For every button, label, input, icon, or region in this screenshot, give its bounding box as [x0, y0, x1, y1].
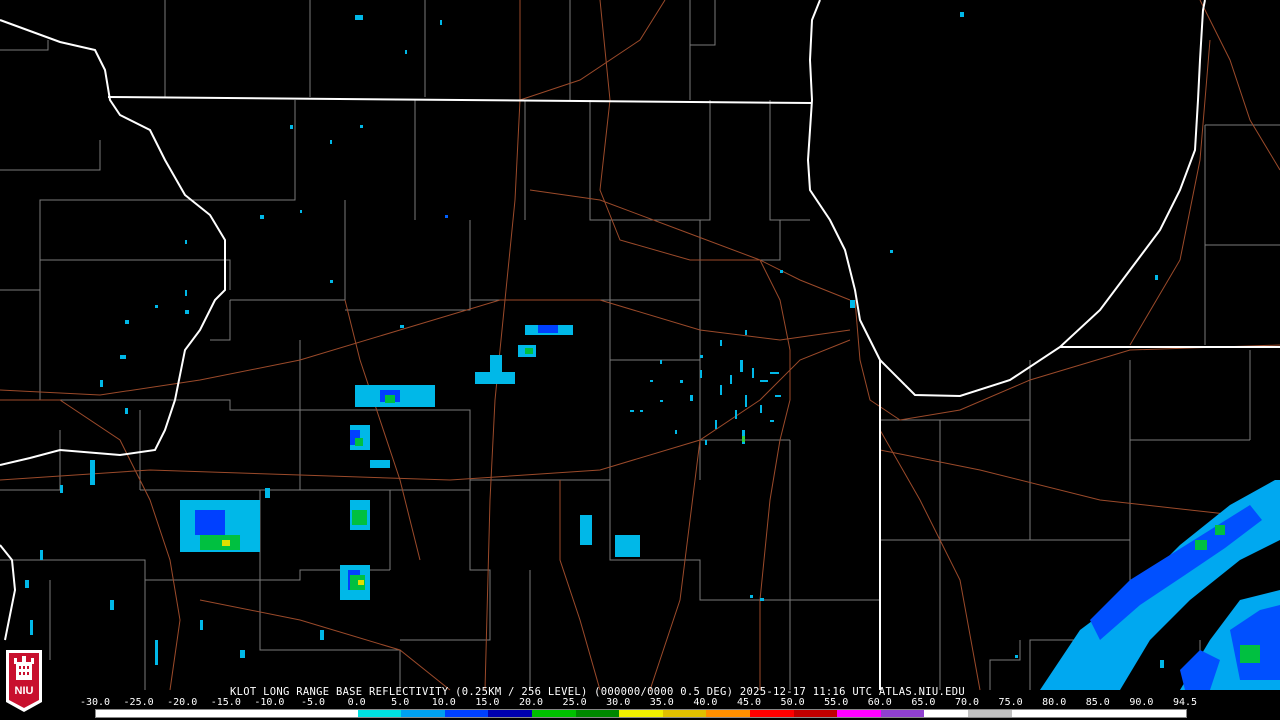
scale-label: 50.0 [780, 697, 805, 708]
scale-segment [183, 710, 227, 717]
scale-segment [357, 710, 402, 717]
scale-segment [706, 710, 750, 717]
scale-label: 10.0 [431, 697, 456, 708]
scale-segment [1011, 710, 1056, 717]
scale-segment [968, 710, 1012, 717]
scale-segment [750, 710, 794, 717]
scale-label: 94.5 [1172, 697, 1198, 708]
scale-label: 85.0 [1085, 697, 1110, 708]
scale-segment [880, 710, 925, 717]
scale-label: -10.0 [254, 697, 285, 708]
scale-segment [793, 710, 838, 717]
scale-label: 45.0 [736, 697, 762, 708]
scale-segment [1142, 710, 1186, 717]
scale-segment [575, 710, 620, 717]
scale-label: 60.0 [867, 697, 892, 708]
scale-label: 90.0 [1129, 697, 1154, 708]
scale-segment [532, 710, 576, 717]
radar-echoes [25, 12, 1280, 690]
logo-text: NIU [15, 685, 34, 697]
scale-label: 30.0 [606, 697, 631, 708]
scale-segment [662, 710, 707, 717]
scale-label: 70.0 [954, 697, 980, 708]
scale-label: 0.0 [347, 697, 366, 708]
scale-label: 80.0 [1042, 697, 1067, 708]
scale-label: 35.0 [649, 697, 674, 708]
highways [0, 0, 1280, 691]
scale-segment [270, 710, 314, 717]
scale-label: -15.0 [210, 697, 241, 708]
scale-segment [488, 710, 532, 717]
scale-segment [619, 710, 663, 717]
color-scale-labels: -30.0 -25.0 -20.0 -15.0 -10.0 -5.0 0.0 5.0 10.0 1… [80, 697, 1198, 709]
scale-segment [226, 710, 271, 717]
scale-label: 25.0 [562, 697, 587, 708]
scale-segment [401, 710, 445, 717]
scale-segment [1055, 710, 1099, 717]
state-borders [0, 0, 1280, 690]
niu-logo: NIU [2, 646, 46, 718]
scale-segment [924, 710, 968, 717]
county-borders [0, 0, 1280, 690]
scale-label: 15.0 [475, 697, 500, 708]
scale-segment [837, 710, 881, 717]
scale-segment [96, 710, 140, 717]
scale-label: 20.0 [518, 697, 544, 708]
scale-label: -20.0 [167, 697, 198, 708]
radar-map [0, 0, 1280, 691]
scale-label: 55.0 [824, 697, 849, 708]
scale-label: 65.0 [911, 697, 936, 708]
color-scale-bar [95, 709, 1187, 718]
scale-label: 40.0 [693, 697, 718, 708]
scale-segment [444, 710, 489, 717]
scale-label: -5.0 [300, 697, 326, 708]
scale-label: 75.0 [998, 697, 1023, 708]
scale-segment [139, 710, 184, 717]
scale-segment [314, 710, 358, 717]
scale-label: -30.0 [79, 697, 111, 708]
scale-label: 5.0 [391, 697, 410, 708]
scale-label: -25.0 [123, 697, 154, 708]
scale-segment [1098, 710, 1143, 717]
